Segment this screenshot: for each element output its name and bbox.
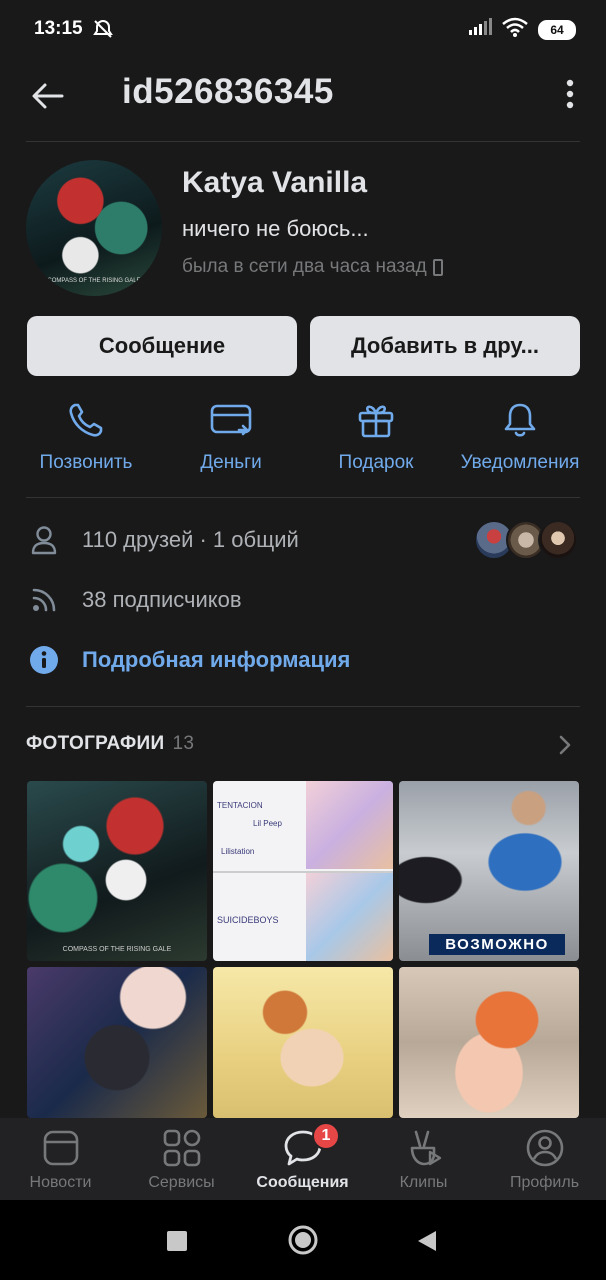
notifications-label: Уведомления: [460, 452, 580, 473]
square-icon: [167, 1231, 187, 1251]
rss-icon: [26, 587, 62, 613]
tab-label: Клипы: [399, 1174, 448, 1191]
collage-text: Lilistation: [221, 847, 255, 856]
info-icon: [26, 645, 62, 675]
friend-avatar: [538, 520, 578, 560]
battery-indicator: 64: [538, 19, 576, 40]
circle-icon: [288, 1225, 318, 1255]
system-back-button[interactable]: [416, 1229, 438, 1258]
tab-messages[interactable]: 1 Сообщения: [242, 1118, 363, 1200]
tab-profile[interactable]: Профиль: [484, 1118, 605, 1200]
triangle-back-icon: [418, 1231, 436, 1251]
divider: [26, 706, 580, 707]
mutual-friends-avatars[interactable]: [474, 520, 578, 560]
photo-thumbnail[interactable]: [213, 967, 393, 1118]
details-link: Подробная информация: [82, 647, 351, 672]
details-row[interactable]: Подробная информация: [26, 640, 580, 680]
avatar-caption: COMPASS OF THE RISING GALE: [47, 278, 141, 284]
gift-action[interactable]: Подарок: [301, 396, 451, 474]
online-status: была в сети два часа назад: [182, 256, 443, 278]
news-icon: [43, 1130, 78, 1166]
unread-badge: 1: [312, 1122, 340, 1150]
notifications-action[interactable]: Уведомления: [445, 396, 595, 474]
money-action[interactable]: Деньги: [156, 396, 306, 474]
mute-icon: [92, 18, 114, 45]
divider: [26, 497, 580, 498]
collage-text: TENTACION: [217, 801, 263, 810]
photos-count: 13: [172, 733, 195, 754]
arrow-left-icon: [32, 83, 64, 109]
profile-status: ничего не боюсь...: [182, 216, 369, 241]
photo-thumbnail[interactable]: COMPASS OF THE RISING GALE: [27, 781, 207, 961]
services-icon: [163, 1129, 200, 1167]
profile-name: Katya Vanilla: [182, 166, 368, 199]
online-status-text: была в сети два часа назад: [182, 256, 427, 277]
tab-label: Новости: [29, 1174, 92, 1191]
photo-thumbnail[interactable]: [27, 967, 207, 1118]
money-label: Деньги: [200, 452, 262, 473]
tab-clips[interactable]: Клипы: [363, 1118, 484, 1200]
phone-icon: [69, 403, 103, 437]
page-title: id526836345: [122, 72, 334, 111]
signal-icon: [468, 18, 492, 41]
tab-news[interactable]: Новости: [0, 1118, 121, 1200]
photo-thumbnail[interactable]: ВОЗМОЖНО: [399, 781, 579, 961]
home-button[interactable]: [287, 1224, 319, 1261]
recents-button[interactable]: [166, 1230, 188, 1257]
top-app-bar: id526836345: [0, 60, 606, 140]
user-icon: [26, 525, 62, 555]
collage-text: SUICIDEBOYS: [217, 915, 279, 925]
divider: [26, 141, 580, 142]
photo-thumbnail[interactable]: [399, 967, 579, 1118]
wifi-icon: [502, 17, 528, 42]
followers-count: 38 подписчиков: [82, 587, 242, 612]
chevron-right-icon[interactable]: [558, 734, 572, 761]
message-button[interactable]: Сообщение: [27, 316, 297, 376]
bell-icon: [504, 403, 536, 437]
profile-icon: [526, 1129, 563, 1167]
friends-count: 110 друзей · 1 общий: [82, 527, 299, 552]
add-friend-button[interactable]: Добавить в дру...: [310, 316, 580, 376]
gift-label: Подарок: [338, 452, 414, 473]
profile-actions: Позвонить Деньги Подарок Уведомления: [0, 396, 606, 486]
followers-row[interactable]: 38 подписчиков: [26, 580, 580, 620]
photo-caption: COMPASS OF THE RISING GALE: [62, 946, 172, 953]
photos-title: ФОТОГРАФИИ: [26, 733, 165, 754]
call-action[interactable]: Позвонить: [11, 396, 161, 474]
back-button[interactable]: [28, 76, 68, 116]
clips-icon: [410, 1130, 441, 1166]
system-navigation-bar: [0, 1200, 606, 1280]
photo-thumbnail[interactable]: TENTACION Lil Peep Lilistation SUICIDEBO…: [213, 781, 393, 961]
tab-label: Профиль: [509, 1174, 580, 1191]
photos-section-header[interactable]: ФОТОГРАФИИ 13: [26, 733, 194, 755]
tab-label: Сообщения: [256, 1174, 349, 1191]
collage-text: Lil Peep: [253, 819, 282, 828]
avatar[interactable]: COMPASS OF THE RISING GALE: [26, 160, 162, 296]
bottom-tab-bar: Новости Сервисы 1 Сообщения Клипы Профил…: [0, 1118, 606, 1200]
tab-label: Сервисы: [148, 1174, 215, 1191]
call-label: Позвонить: [39, 452, 133, 473]
mobile-icon: [432, 258, 443, 276]
card-icon: [210, 404, 252, 436]
more-menu-button[interactable]: [564, 78, 576, 110]
gift-icon: [358, 405, 394, 438]
status-time: 13:15: [34, 18, 83, 39]
more-vertical-icon: [566, 79, 574, 109]
tab-services[interactable]: Сервисы: [121, 1118, 242, 1200]
photo-overlay-text: ВОЗМОЖНО: [429, 934, 565, 955]
status-bar: 13:15 64: [0, 0, 606, 60]
